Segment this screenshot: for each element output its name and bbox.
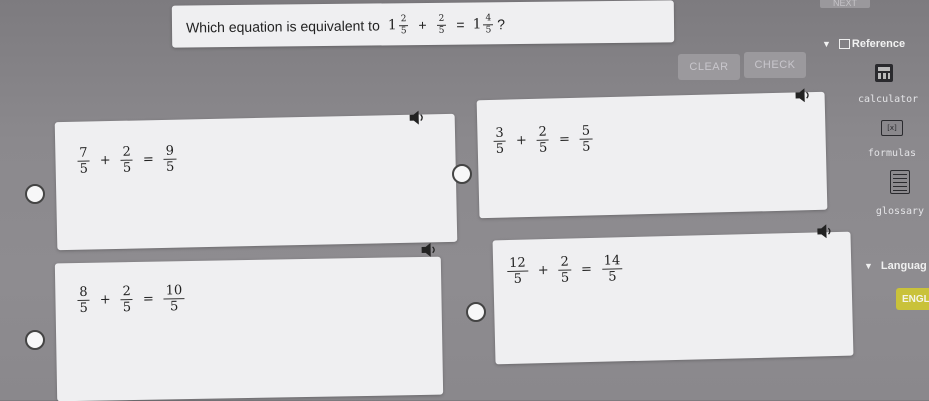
- frac-num: 2: [536, 124, 550, 141]
- frac-den: 5: [485, 24, 492, 35]
- audio-speaker-icon[interactable]: [409, 110, 427, 125]
- frac-den: 5: [438, 25, 445, 36]
- frac-num: 4: [483, 13, 494, 25]
- check-label: CHECK: [754, 59, 796, 71]
- frac-den: 5: [538, 140, 548, 156]
- reference-book-icon: [838, 39, 850, 49]
- frac-num: 10: [163, 283, 185, 299]
- frac-num: 2: [120, 284, 133, 300]
- audio-speaker-icon[interactable]: [421, 242, 439, 257]
- audio-speaker-icon[interactable]: [816, 224, 834, 239]
- plus-sign: +: [515, 132, 527, 148]
- frac-num: 2: [436, 13, 447, 26]
- formulas-label: formulas: [867, 148, 917, 159]
- frac-num: 7: [77, 145, 90, 162]
- frac-num: 2: [120, 144, 133, 161]
- answer-option-3[interactable]: 85 + 25 = 10 5: [54, 242, 444, 401]
- frac-num: 2: [558, 254, 572, 271]
- frac-den: 5: [495, 141, 505, 157]
- glossary-icon: [890, 170, 910, 194]
- formulas-icon: [x]: [881, 120, 903, 136]
- frac-den: 5: [581, 139, 591, 155]
- frac-num: 14: [601, 253, 623, 270]
- collapse-triangle-icon: ▼: [864, 261, 873, 271]
- frac-den: 5: [122, 160, 132, 176]
- frac-num: 8: [77, 284, 90, 301]
- frac-den: 5: [79, 300, 89, 316]
- collapse-triangle-icon: ▼: [822, 39, 831, 49]
- frac-den: 5: [608, 268, 617, 285]
- next-label: NEXT: [832, 0, 857, 8]
- frac-num: 3: [493, 125, 506, 142]
- language-value: ENGL: [902, 293, 929, 305]
- clear-button[interactable]: CLEAR: [678, 54, 740, 80]
- question-mark: ?: [497, 16, 506, 33]
- frac-num: 5: [579, 123, 593, 140]
- calculator-icon: [875, 64, 893, 82]
- equals-sign: =: [558, 131, 571, 147]
- equals-sign: =: [580, 261, 593, 277]
- option-4-radio[interactable]: [466, 302, 486, 322]
- language-title: Languag: [880, 260, 927, 272]
- plus-sign: +: [99, 152, 111, 168]
- next-button[interactable]: NEXT: [820, 0, 870, 8]
- reference-toggle[interactable]: ▼ Reference: [822, 38, 905, 50]
- audio-speaker-icon[interactable]: [794, 88, 812, 103]
- reference-glossary[interactable]: glossary: [874, 170, 926, 217]
- reference-title: Reference: [851, 38, 906, 50]
- glossary-label: glossary: [875, 206, 925, 217]
- frac-num: 2: [398, 14, 409, 26]
- frac-den: 5: [122, 299, 132, 315]
- reference-calculator[interactable]: calculator: [858, 64, 919, 105]
- frac-num: 12: [506, 255, 528, 272]
- calculator-label: calculator: [858, 94, 919, 105]
- question-prompt: Which equation is equivalent to 1 25 + 2…: [171, 0, 675, 48]
- clear-label: CLEAR: [689, 61, 729, 73]
- mixed-whole: 1: [387, 17, 397, 34]
- language-select[interactable]: ENGL: [896, 288, 929, 310]
- answer-option-2[interactable]: 35 + 25 = 55: [476, 88, 828, 219]
- plus-sign: +: [418, 16, 427, 34]
- reference-formulas[interactable]: [x] formulas: [866, 120, 918, 159]
- option-2-radio[interactable]: [452, 164, 472, 184]
- option-1-radio[interactable]: [25, 184, 45, 204]
- question-text: Which equation is equivalent to: [185, 17, 380, 36]
- mixed-whole: 1: [472, 16, 482, 33]
- frac-den: 5: [169, 298, 179, 314]
- language-toggle[interactable]: ▼ Languag: [864, 260, 927, 272]
- check-button[interactable]: CHECK: [744, 52, 806, 78]
- frac-den: 5: [165, 159, 175, 175]
- frac-den: 5: [79, 161, 89, 177]
- frac-num: 9: [163, 143, 177, 160]
- frac-den: 5: [560, 270, 570, 286]
- answer-option-4[interactable]: 12 5 + 25 = 14 5: [492, 224, 854, 365]
- equals-sign: =: [142, 291, 154, 307]
- frac-den: 5: [400, 25, 407, 36]
- plus-sign: +: [537, 262, 549, 278]
- frac-den: 5: [513, 271, 523, 287]
- equals-sign: =: [142, 151, 155, 167]
- equals-sign: =: [456, 16, 465, 33]
- plus-sign: +: [99, 291, 111, 308]
- option-3-radio[interactable]: [25, 330, 45, 350]
- answer-option-1[interactable]: 75 + 25 = 95: [54, 110, 458, 251]
